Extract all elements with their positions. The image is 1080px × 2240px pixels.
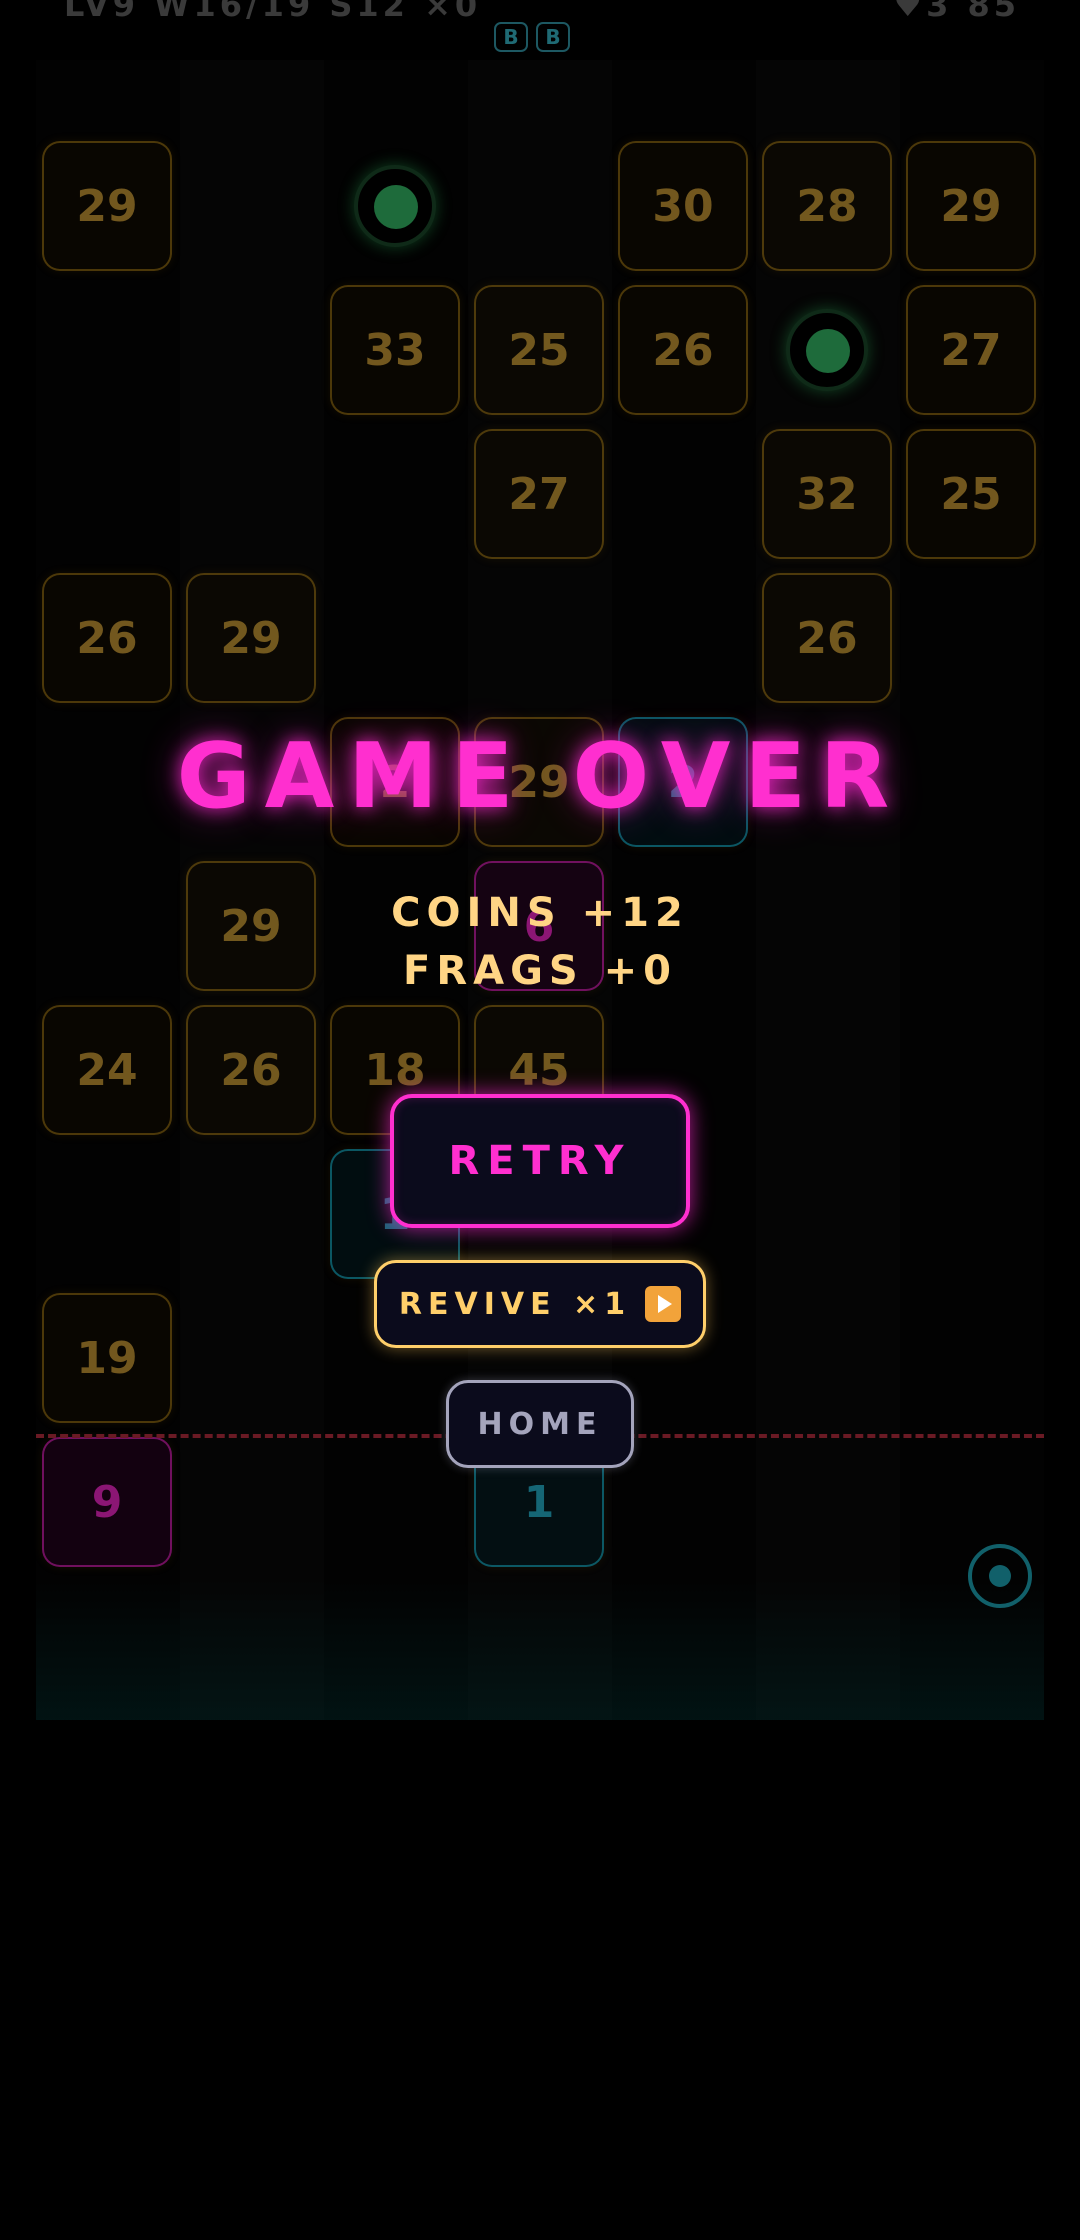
brick-block: 27 — [906, 285, 1036, 415]
brick-block: 26 — [42, 573, 172, 703]
brick-block: 30 — [618, 141, 748, 271]
frags-earned: FRAGS +0 — [403, 948, 677, 994]
retry-label: RETRY — [448, 1138, 632, 1184]
brick-block: 29 — [906, 141, 1036, 271]
home-button[interactable]: HOME — [446, 1380, 634, 1468]
brick-block: 32 — [762, 429, 892, 559]
revive-label: REVIVE ×1 — [398, 1286, 632, 1322]
brick-block: 26 — [762, 573, 892, 703]
extra-ball-orb-icon — [786, 309, 868, 391]
brick-block: 25 — [906, 429, 1036, 559]
brick-block: 27 — [474, 429, 604, 559]
brick-block: 26 — [186, 1005, 316, 1135]
home-label: HOME — [477, 1406, 603, 1442]
brick-block: 19 — [42, 1293, 172, 1423]
game-over-title: GAME OVER — [176, 724, 904, 829]
brick-block: 26 — [618, 285, 748, 415]
play-icon — [645, 1286, 682, 1322]
brick-block: 9 — [42, 1437, 172, 1567]
brick-block: 28 — [762, 141, 892, 271]
retry-button[interactable]: RETRY — [390, 1094, 690, 1228]
brick-block: 29 — [186, 573, 316, 703]
coins-earned: COINS +12 — [391, 890, 689, 936]
brick-block: 29 — [42, 141, 172, 271]
brick-block: 25 — [474, 285, 604, 415]
extra-ball-orb-icon — [354, 165, 436, 247]
launch-zone — [36, 1580, 1044, 1720]
brick-block: 24 — [42, 1005, 172, 1135]
revive-button[interactable]: REVIVE ×1 — [374, 1260, 706, 1348]
brick-block: 33 — [330, 285, 460, 415]
ball-launcher-icon[interactable] — [968, 1544, 1032, 1608]
